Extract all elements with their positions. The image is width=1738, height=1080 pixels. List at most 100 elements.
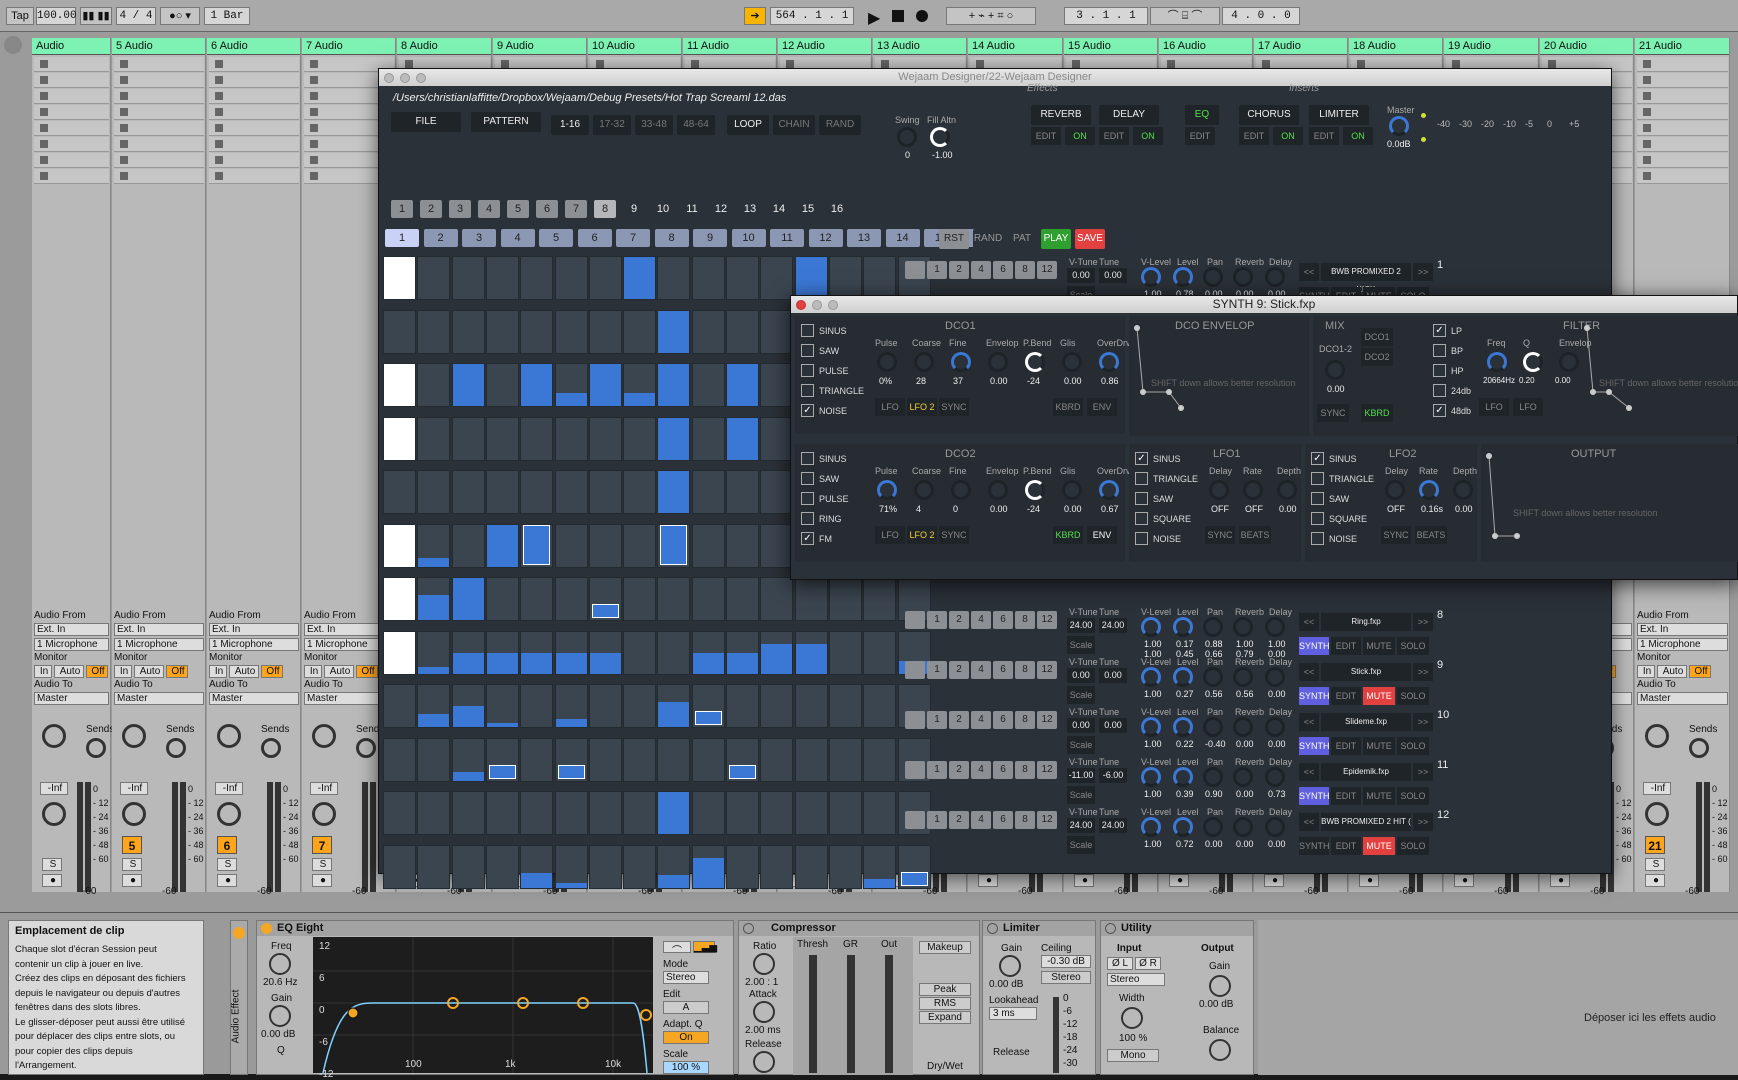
row-division-button[interactable]: 2 bbox=[949, 661, 969, 679]
send-a-knob[interactable] bbox=[122, 724, 146, 748]
step-cell[interactable] bbox=[726, 577, 759, 621]
clip-stop-icon[interactable] bbox=[40, 92, 48, 100]
step-cell[interactable] bbox=[726, 630, 759, 675]
lfo-wave-checkbox[interactable] bbox=[1135, 492, 1148, 505]
wave-checkbox[interactable] bbox=[801, 364, 814, 377]
send-a-knob[interactable] bbox=[1645, 724, 1669, 748]
step-header-10[interactable]: 10 bbox=[731, 229, 766, 247]
vtune-value[interactable]: 24.00 bbox=[1067, 618, 1095, 633]
arm-button[interactable]: ● bbox=[1264, 874, 1284, 887]
track-header[interactable]: Audio bbox=[32, 38, 110, 55]
dco-param-knob[interactable] bbox=[914, 352, 934, 372]
compressor-power-icon[interactable] bbox=[743, 923, 754, 934]
row-division-button[interactable]: 1 bbox=[927, 811, 947, 829]
synth-button[interactable]: SYNTH bbox=[1299, 787, 1330, 805]
step-cell[interactable] bbox=[485, 737, 519, 782]
step-cell[interactable] bbox=[794, 791, 828, 835]
step-cell[interactable] bbox=[691, 363, 725, 407]
monitor-auto-button[interactable]: Auto bbox=[134, 665, 164, 678]
step-cell[interactable] bbox=[657, 523, 691, 568]
util-channel-select[interactable]: Stereo bbox=[1107, 973, 1165, 986]
step-cell[interactable] bbox=[657, 577, 691, 621]
file-button[interactable]: FILE bbox=[391, 112, 461, 132]
audio-to-select[interactable]: Master bbox=[34, 692, 109, 705]
step-cell[interactable] bbox=[417, 630, 451, 675]
effect-on-button[interactable]: ON bbox=[1133, 127, 1163, 145]
clip-stop-icon[interactable] bbox=[1548, 60, 1556, 68]
step-cell[interactable] bbox=[863, 791, 897, 835]
step-cell[interactable] bbox=[554, 363, 588, 407]
step-cell[interactable] bbox=[588, 470, 622, 514]
row-division-button[interactable]: 4 bbox=[971, 711, 991, 729]
track-header[interactable]: 11 Audio bbox=[683, 38, 776, 55]
step-cell[interactable] bbox=[691, 309, 725, 354]
step-cell[interactable] bbox=[897, 844, 931, 889]
delay-knob[interactable] bbox=[1265, 667, 1285, 687]
clip-stop-icon[interactable] bbox=[1643, 76, 1651, 84]
step-header-6[interactable]: 6 bbox=[577, 229, 612, 247]
solo-button[interactable]: S bbox=[122, 858, 142, 871]
step-cell[interactable] bbox=[623, 309, 657, 354]
track-select-button[interactable] bbox=[905, 761, 925, 779]
volume-field[interactable]: -Inf bbox=[215, 782, 243, 795]
step-cell[interactable] bbox=[383, 630, 416, 675]
clip-slot[interactable] bbox=[209, 153, 299, 168]
clip-slot[interactable] bbox=[209, 73, 299, 88]
vtune-value[interactable]: -11.00 bbox=[1067, 768, 1095, 783]
dco-param-knob[interactable] bbox=[951, 480, 971, 500]
lim-lookahead-select[interactable]: 3 ms bbox=[989, 1007, 1037, 1020]
row-edit-button[interactable]: EDIT bbox=[1331, 837, 1361, 855]
play-mode-button[interactable]: CHAIN bbox=[773, 115, 815, 135]
step-cell[interactable] bbox=[760, 737, 794, 782]
step-cell[interactable] bbox=[417, 791, 451, 835]
clip-stop-icon[interactable] bbox=[310, 92, 318, 100]
vlevel-knob[interactable] bbox=[1141, 667, 1161, 687]
vlevel-knob[interactable] bbox=[1141, 717, 1161, 737]
fill-knob[interactable] bbox=[930, 127, 950, 147]
master-knob[interactable] bbox=[1389, 116, 1409, 136]
step-header-3[interactable]: 3 bbox=[462, 229, 496, 247]
step-cell[interactable] bbox=[520, 791, 554, 835]
eq-gain-knob[interactable] bbox=[269, 1005, 291, 1027]
clip-stop-icon[interactable] bbox=[120, 60, 128, 68]
monitor-off-button[interactable]: Off bbox=[356, 665, 378, 678]
arm-button[interactable]: ● bbox=[122, 874, 142, 887]
filter-type-checkbox[interactable] bbox=[1433, 384, 1446, 397]
step-cell[interactable] bbox=[657, 630, 691, 675]
filter-env-graph[interactable] bbox=[1579, 316, 1729, 439]
prev-preset-button[interactable]: << bbox=[1299, 613, 1319, 631]
step-cell[interactable] bbox=[657, 256, 691, 300]
step-cell[interactable] bbox=[863, 844, 897, 889]
clip-stop-icon[interactable] bbox=[1072, 60, 1080, 68]
level-knob[interactable] bbox=[1173, 767, 1193, 787]
clip-slot[interactable] bbox=[1637, 121, 1728, 136]
clip-slot[interactable] bbox=[34, 153, 109, 168]
step-cell[interactable] bbox=[863, 630, 897, 675]
step-header-14[interactable]: 14 bbox=[885, 229, 920, 247]
mix-dco2-button[interactable]: DCO2 bbox=[1361, 348, 1393, 366]
step-cell[interactable] bbox=[451, 737, 485, 782]
clip-slot[interactable] bbox=[209, 105, 299, 120]
arm-button[interactable]: ● bbox=[978, 874, 998, 887]
effect-edit-button[interactable]: EDIT bbox=[1031, 127, 1061, 145]
clip-slot[interactable] bbox=[1637, 169, 1728, 184]
track-header[interactable]: 9 Audio bbox=[493, 38, 586, 55]
step-cell[interactable] bbox=[760, 470, 794, 514]
step-cell[interactable] bbox=[383, 470, 416, 514]
prev-preset-button[interactable]: << bbox=[1299, 263, 1319, 281]
clip-stop-icon[interactable] bbox=[120, 140, 128, 148]
wave-checkbox[interactable]: ✓ bbox=[801, 532, 814, 545]
step-cell[interactable] bbox=[726, 684, 759, 728]
input-channel-select[interactable]: 1 Microphone bbox=[114, 638, 204, 651]
row-division-button[interactable]: 2 bbox=[949, 261, 969, 279]
delay-knob[interactable] bbox=[1265, 267, 1285, 287]
monitor-in-button[interactable]: In bbox=[209, 665, 227, 678]
clip-stop-icon[interactable] bbox=[120, 92, 128, 100]
step-cell[interactable] bbox=[657, 363, 691, 407]
clip-slot[interactable] bbox=[34, 137, 109, 152]
effect-edit-button[interactable]: EDIT bbox=[1099, 127, 1129, 145]
row-division-button[interactable]: 1 bbox=[927, 661, 947, 679]
volume-field[interactable]: -Inf bbox=[120, 782, 148, 795]
solo-button[interactable]: S bbox=[1645, 858, 1665, 871]
step-cell[interactable] bbox=[726, 470, 759, 514]
